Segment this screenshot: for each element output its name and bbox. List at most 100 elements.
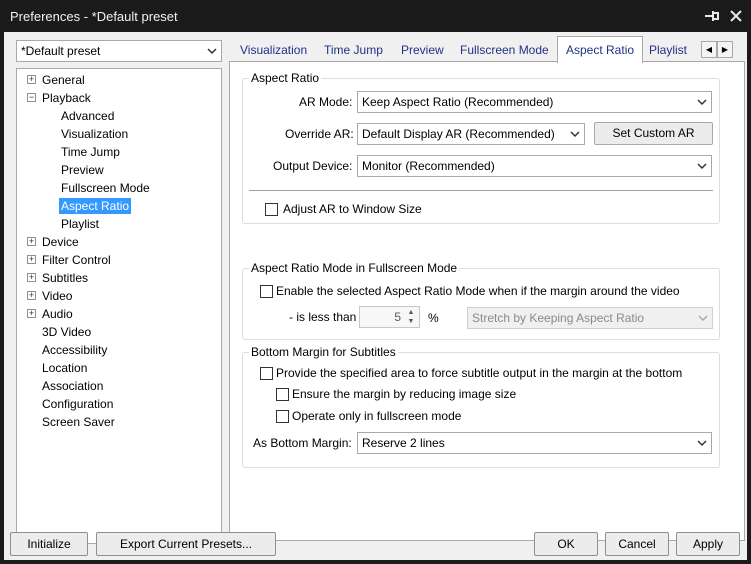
chevron-down-icon: [698, 315, 708, 322]
spin-up-icon[interactable]: ▲: [404, 308, 418, 317]
fullscreen-stretch-value: Stretch by Keeping Aspect Ratio: [472, 311, 645, 325]
tree-item-label: Accessibility: [42, 343, 108, 357]
tab-preview[interactable]: Preview: [401, 39, 444, 61]
tree-item-advanced[interactable]: Advanced: [59, 107, 116, 125]
tab-playlist[interactable]: Playlist: [649, 39, 687, 61]
output-device-value: Monitor (Recommended): [362, 159, 495, 173]
tree-item-label: Visualization: [61, 127, 129, 141]
override-ar-select[interactable]: Default Display AR (Recommended): [357, 123, 585, 145]
tree-item-3d-video[interactable]: 3D Video: [40, 323, 93, 341]
ensure-margin-checkbox[interactable]: [276, 388, 289, 401]
tree-item-configuration[interactable]: Configuration: [40, 395, 115, 413]
tab-scroll-right-icon[interactable]: ▶: [717, 41, 733, 58]
expand-icon[interactable]: +: [27, 75, 36, 84]
title-bar: Preferences - *Default preset: [0, 0, 751, 32]
is-less-than-label: - is less than: [289, 310, 357, 324]
tree-item-label: Association: [42, 379, 104, 393]
ar-mode-select[interactable]: Keep Aspect Ratio (Recommended): [357, 91, 712, 113]
cancel-button[interactable]: Cancel: [605, 532, 669, 556]
group-title: Aspect Ratio: [249, 71, 322, 85]
tab-fullscreen-mode[interactable]: Fullscreen Mode: [460, 39, 549, 61]
provide-area-checkbox[interactable]: [260, 367, 273, 380]
expand-icon[interactable]: +: [27, 273, 36, 282]
enable-fullscreen-ar-label[interactable]: Enable the selected Aspect Ratio Mode wh…: [276, 284, 680, 298]
group-title: Bottom Margin for Subtitles: [249, 345, 398, 359]
as-bottom-margin-label: As Bottom Margin:: [253, 436, 352, 450]
preset-select-value: *Default preset: [21, 44, 101, 58]
tree-item-visualization[interactable]: Visualization: [59, 125, 130, 143]
expand-icon[interactable]: +: [27, 255, 36, 264]
preset-select[interactable]: *Default preset: [16, 40, 222, 62]
tree-item-label: Audio: [42, 307, 73, 321]
tree-item-time-jump[interactable]: Time Jump: [59, 143, 122, 161]
ensure-margin-label[interactable]: Ensure the margin by reducing image size: [292, 387, 516, 401]
tree-item-label: Configuration: [42, 397, 114, 411]
window-title: Preferences - *Default preset: [10, 9, 178, 24]
tree-item-association[interactable]: Association: [40, 377, 105, 395]
output-device-label: Output Device:: [273, 159, 353, 173]
expand-icon[interactable]: +: [27, 237, 36, 246]
adjust-ar-checkbox[interactable]: [265, 203, 278, 216]
tree-item-playback[interactable]: − Playback: [25, 89, 93, 107]
tree-item-label: Location: [42, 361, 88, 375]
adjust-ar-label[interactable]: Adjust AR to Window Size: [283, 202, 422, 216]
tree-item-general[interactable]: + General: [25, 71, 87, 89]
chevron-down-icon: [697, 163, 707, 170]
export-presets-button[interactable]: Export Current Presets...: [96, 532, 276, 556]
output-device-select[interactable]: Monitor (Recommended): [357, 155, 712, 177]
close-icon[interactable]: [726, 6, 746, 26]
group-title: Aspect Ratio Mode in Fullscreen Mode: [249, 261, 460, 275]
as-bottom-margin-select[interactable]: Reserve 2 lines: [357, 432, 712, 454]
ar-mode-value: Keep Aspect Ratio (Recommended): [362, 95, 554, 109]
collapse-icon[interactable]: −: [27, 93, 36, 102]
ok-button[interactable]: OK: [534, 532, 598, 556]
margin-percent-spinner[interactable]: 5 ▲ ▼: [359, 306, 420, 328]
tree-item-fullscreen-mode[interactable]: Fullscreen Mode: [59, 179, 152, 197]
expand-icon[interactable]: +: [27, 309, 36, 318]
percent-label: %: [428, 311, 439, 325]
tree-item-subtitles[interactable]: + Subtitles: [25, 269, 90, 287]
fullscreen-only-checkbox[interactable]: [276, 410, 289, 423]
ar-mode-label: AR Mode:: [299, 95, 353, 109]
tree-item-preview[interactable]: Preview: [59, 161, 106, 179]
tree-item-aspect-ratio[interactable]: Aspect Ratio: [59, 197, 132, 215]
fullscreen-only-label[interactable]: Operate only in fullscreen mode: [292, 409, 461, 423]
tab-aspect-ratio[interactable]: Aspect Ratio: [557, 36, 644, 63]
tree-item-label: 3D Video: [42, 325, 92, 339]
tree-item-audio[interactable]: + Audio: [25, 305, 75, 323]
tab-strip: Visualization Time Jump Preview Fullscre…: [230, 36, 743, 63]
dialog-client: *Default preset + General − Playback Adv…: [4, 32, 747, 560]
tab-scroll-left-icon[interactable]: ◀: [701, 41, 717, 58]
tab-visualization[interactable]: Visualization: [240, 39, 307, 61]
spin-down-icon[interactable]: ▼: [404, 317, 418, 326]
apply-button[interactable]: Apply: [676, 532, 740, 556]
tree-item-label: Playback: [42, 91, 91, 105]
initialize-button[interactable]: Initialize: [10, 532, 88, 556]
tree-item-screen-saver[interactable]: Screen Saver: [40, 413, 117, 431]
tree-item-label: Device: [42, 235, 79, 249]
tree-item-label: Filter Control: [42, 253, 111, 267]
expand-icon[interactable]: +: [27, 291, 36, 300]
tree-item-filter-control[interactable]: + Filter Control: [25, 251, 113, 269]
margin-percent-value: 5: [394, 310, 401, 324]
chevron-down-icon: [697, 99, 707, 106]
enable-fullscreen-ar-checkbox[interactable]: [260, 285, 273, 298]
pin-icon[interactable]: [702, 6, 722, 26]
chevron-down-icon: [570, 131, 580, 138]
override-ar-label: Override AR:: [285, 127, 354, 141]
provide-area-label[interactable]: Provide the specified area to force subt…: [276, 366, 682, 380]
tree-item-device[interactable]: + Device: [25, 233, 81, 251]
tree-item-label: Subtitles: [42, 271, 89, 285]
tree-item-location[interactable]: Location: [40, 359, 89, 377]
tree-item-label: General: [42, 73, 85, 87]
tab-time-jump[interactable]: Time Jump: [324, 39, 383, 61]
tree-item-label: Aspect Ratio: [59, 198, 132, 214]
aspect-ratio-group: Aspect Ratio AR Mode: Keep Aspect Ratio …: [242, 71, 720, 224]
fullscreen-stretch-select[interactable]: Stretch by Keeping Aspect Ratio: [467, 307, 713, 329]
tree-item-accessibility[interactable]: Accessibility: [40, 341, 109, 359]
set-custom-ar-button[interactable]: Set Custom AR: [594, 122, 713, 145]
tree-item-video[interactable]: + Video: [25, 287, 74, 305]
tree-item-label: Screen Saver: [42, 415, 115, 429]
category-tree[interactable]: + General − Playback Advanced Visualizat…: [16, 68, 222, 544]
tree-item-playlist[interactable]: Playlist: [59, 215, 101, 233]
